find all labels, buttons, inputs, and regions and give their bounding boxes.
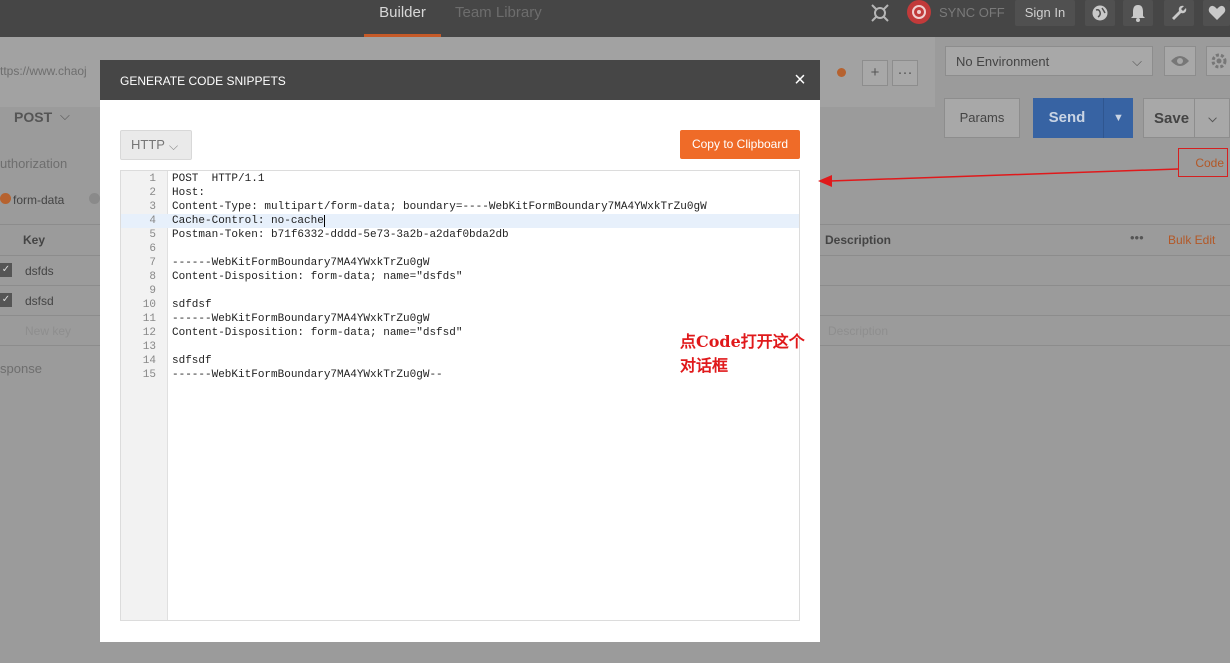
annotation-arrow: [818, 168, 1179, 187]
